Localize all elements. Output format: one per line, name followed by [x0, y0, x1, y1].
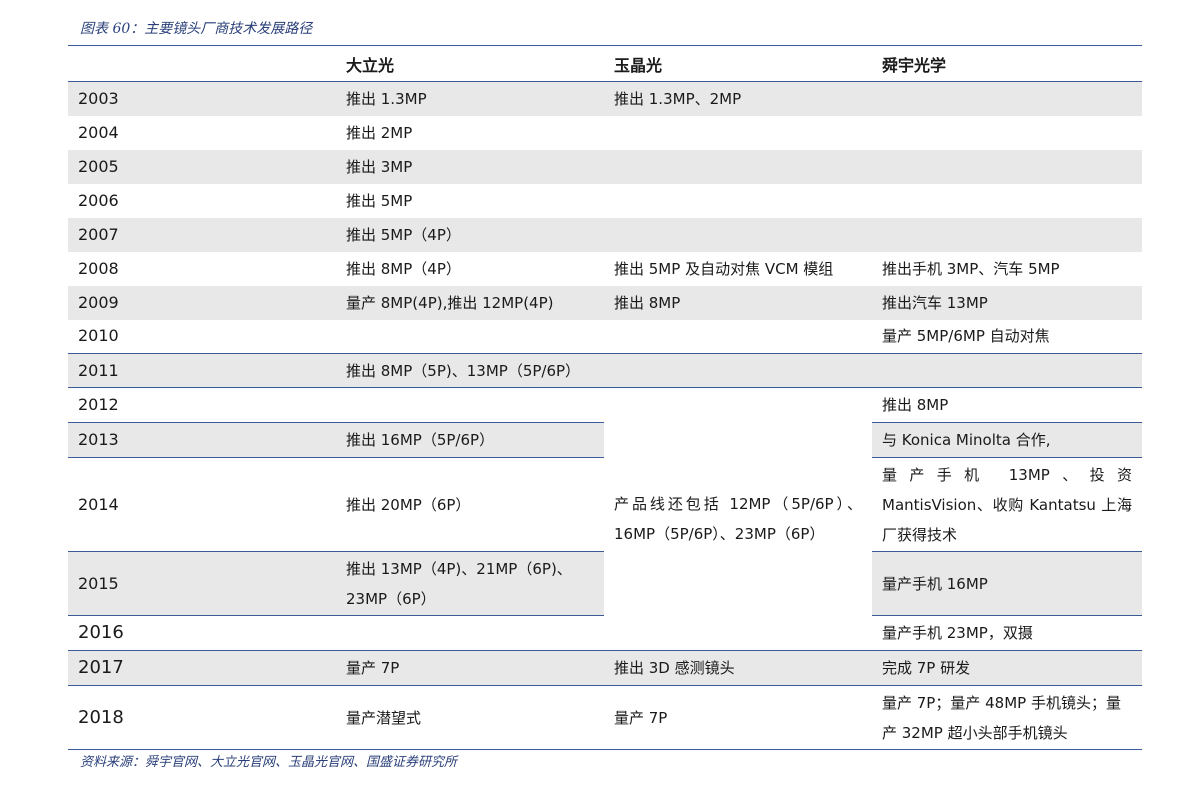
- sunny-cell: 量产手机 23MP，双摄: [872, 615, 1142, 651]
- year-cell: 2003: [68, 81, 336, 116]
- largan-cell: 推出 13MP（4P)、21MP（6P)、23MP（6P）: [336, 551, 604, 616]
- largan-cell: 推出 5MP（4P）: [336, 217, 604, 252]
- year-cell: 2005: [68, 149, 336, 184]
- year-cell: 2018: [68, 685, 336, 750]
- largan-cell: [336, 320, 604, 354]
- largan-cell: 量产 7P: [336, 650, 604, 686]
- sunny-cell: [872, 149, 1142, 184]
- lens-maker-roadmap-table: 大立光 玉晶光 舜宇光学 2003 推出 1.3MP 推出 1.3MP、2MP …: [68, 45, 1142, 750]
- sunny-cell: 量产手机 13MP、投资 MantisVision、收购 Kantatsu 上海…: [872, 457, 1142, 552]
- year-cell: 2017: [68, 650, 336, 686]
- header-genius: 玉晶光: [604, 45, 872, 82]
- header-largan: 大立光: [336, 45, 604, 82]
- header-year: [68, 45, 336, 82]
- largan-cell: 推出 3MP: [336, 149, 604, 184]
- header-row: 大立光 玉晶光 舜宇光学: [68, 45, 1142, 82]
- largan-cell: 推出 2MP: [346, 123, 413, 142]
- source-note: 资料来源：舜宇官网、大立光官网、玉晶光官网、国盛证券研究所: [80, 755, 458, 770]
- table-row: 2005 推出 3MP: [68, 149, 1142, 184]
- table-row: 2012 产品线还包括 12MP（5P/6P）、16MP（5P/6P）、23MP…: [68, 388, 1142, 543]
- year-cell: 2009: [68, 285, 336, 320]
- genius-cell: [604, 320, 872, 354]
- table-row: 2004 推出 2MP: [68, 116, 1142, 150]
- table-row: 2011 推出 8MP（5P)、13MP（5P/6P）: [68, 353, 1142, 388]
- table-caption: 图表 60：主要镜头厂商技术发展路径: [80, 21, 313, 37]
- year-cell: 2012: [78, 395, 119, 414]
- largan-cell: 量产潜望式: [336, 685, 604, 750]
- largan-cell: 量产 8MP(4P),推出 12MP(4P): [336, 285, 604, 320]
- year-cell: 2011: [68, 353, 336, 388]
- genius-cell: [604, 184, 872, 218]
- sunny-cell: [872, 184, 1142, 218]
- table-row: 2018 量产潜望式 量产 7P 量产 7P；量产 48MP 手机镜头；量产 3…: [68, 685, 1142, 750]
- largan-cell: [336, 615, 604, 651]
- year-cell: 2008: [78, 258, 119, 278]
- year-cell: 2007: [68, 217, 336, 252]
- table-row: 2007 推出 5MP（4P）: [68, 217, 1142, 252]
- genius-cell: 产品线还包括 12MP（5P/6P）、16MP（5P/6P）、23MP（6P）: [614, 495, 862, 543]
- sunny-cell: 推出 8MP: [882, 396, 949, 414]
- year-cell: 2004: [78, 122, 119, 142]
- sunny-cell: 完成 7P 研发: [872, 650, 1142, 686]
- year-cell: 2006: [78, 190, 119, 210]
- table-row: 2006 推出 5MP: [68, 184, 1142, 218]
- largan-cell: 推出 16MP（5P/6P）: [336, 422, 604, 458]
- sunny-cell: 量产 7P；量产 48MP 手机镜头；量产 32MP 超小头部手机镜头: [872, 685, 1142, 750]
- table-row: 2009 量产 8MP(4P),推出 12MP(4P) 推出 8MP 推出汽车 …: [68, 285, 1142, 320]
- genius-cell: [604, 217, 872, 252]
- sunny-cell: [872, 217, 1142, 252]
- header-sunny: 舜宇光学: [872, 45, 1142, 82]
- table-row: 2008 推出 8MP（4P） 推出 5MP 及自动对焦 VCM 模组 推出手机…: [68, 252, 1142, 286]
- year-cell: 2016: [68, 615, 336, 651]
- genius-cell: 量产 7P: [604, 685, 872, 750]
- sunny-cell: 与 Konica Minolta 合作,: [872, 422, 1142, 458]
- table-row: 2010 量产 5MP/6MP 自动对焦: [68, 320, 1142, 354]
- table-row: 2017 量产 7P 推出 3D 感测镜头 完成 7P 研发: [68, 650, 1142, 686]
- genius-cell: [604, 116, 872, 150]
- sunny-cell: 推出汽车 13MP: [872, 285, 1142, 320]
- sunny-cell: 量产 5MP/6MP 自动对焦: [882, 327, 1050, 346]
- genius-cell: 推出 3D 感测镜头: [604, 650, 872, 686]
- largan-cell: 推出 20MP（6P）: [346, 495, 471, 514]
- genius-cell: 推出 1.3MP、2MP: [604, 81, 872, 116]
- sunny-cell: [872, 353, 1142, 388]
- genius-cell: [604, 149, 872, 184]
- year-cell: 2014: [78, 494, 119, 514]
- year-cell: 2013: [68, 422, 336, 458]
- sunny-cell: 推出手机 3MP、汽车 5MP: [882, 259, 1060, 278]
- largan-cell: [336, 388, 604, 423]
- table-row: 2003 推出 1.3MP 推出 1.3MP、2MP: [68, 81, 1142, 116]
- year-cell: 2015: [68, 551, 336, 616]
- sunny-cell: 量产手机 16MP: [872, 551, 1142, 616]
- genius-cell: [604, 353, 872, 388]
- year-cell: 2010: [78, 326, 119, 346]
- largan-cell: 推出 1.3MP: [336, 81, 604, 116]
- largan-cell: 推出 5MP: [346, 191, 413, 210]
- largan-cell: 推出 8MP（5P)、13MP（5P/6P）: [336, 353, 604, 388]
- sunny-cell: [872, 81, 1142, 116]
- genius-cell: 推出 5MP 及自动对焦 VCM 模组: [614, 259, 834, 278]
- sunny-cell: [872, 116, 1142, 150]
- genius-cell: 推出 8MP: [604, 285, 872, 320]
- largan-cell: 推出 8MP（4P）: [346, 259, 461, 278]
